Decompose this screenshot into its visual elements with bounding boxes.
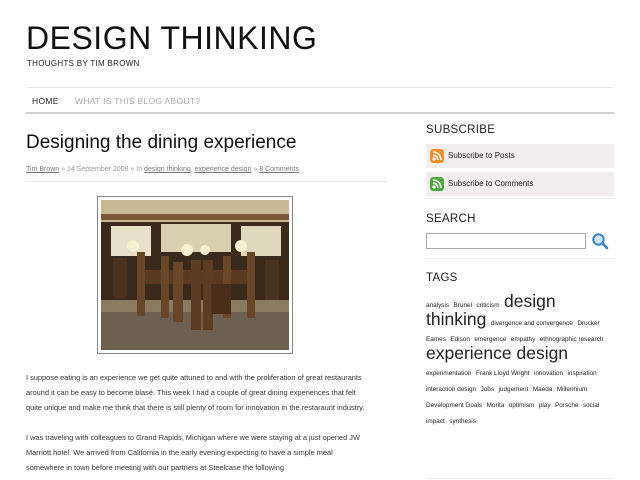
site-tagline: THOUGHTS BY TIM BROWN xyxy=(27,59,140,68)
tag-link[interactable]: criticism xyxy=(476,302,499,309)
tag-link[interactable]: Edison xyxy=(450,336,470,343)
subscribe-comments-label: Subscribe to Comments xyxy=(448,179,534,188)
tag-link[interactable]: innovation xyxy=(534,370,563,377)
site-title[interactable]: DESIGN THINKING xyxy=(26,22,317,54)
tag-link[interactable]: judgement xyxy=(499,386,529,393)
tag-link[interactable]: analysis xyxy=(426,302,449,309)
tag-link[interactable]: ethnographic research xyxy=(540,336,604,343)
tag-link[interactable]: emergence xyxy=(474,336,506,343)
tag-link[interactable]: Morita xyxy=(487,402,505,409)
tag-link[interactable]: Maeda xyxy=(533,386,553,393)
search-heading: SEARCH xyxy=(426,213,476,225)
tag-link[interactable]: Eames xyxy=(426,336,446,343)
post-image xyxy=(97,196,293,354)
tag-link[interactable]: inspiration xyxy=(568,370,597,377)
post-title[interactable]: Designing the dining experience xyxy=(26,132,296,154)
tags-heading: TAGS xyxy=(426,272,458,284)
post-date: » 14 September 2008 » In xyxy=(59,166,145,173)
post-paragraph: I was traveling with colleagues to Grand… xyxy=(26,433,360,472)
tag-cloud: analysis Brunel criticism design thinkin… xyxy=(426,292,614,427)
tag-link[interactable]: Drucker xyxy=(577,320,599,327)
post-body: I suppose eating is an experience we get… xyxy=(26,370,371,480)
tag-link[interactable]: experience design xyxy=(426,343,568,363)
author-link[interactable]: Tim Brown xyxy=(26,166,59,173)
comments-link[interactable]: 8 Comments xyxy=(259,166,299,173)
search-input[interactable] xyxy=(426,233,586,249)
subscribe-posts-label: Subscribe to Posts xyxy=(448,151,515,160)
subscribe-posts-link[interactable]: Subscribe to Posts xyxy=(426,144,614,168)
nav-home[interactable]: HOME xyxy=(32,96,59,106)
tag-link[interactable]: synthesis xyxy=(449,418,476,425)
nav-about[interactable]: WHAT IS THIS BLOG ABOUT? xyxy=(75,96,200,106)
tag-link[interactable]: empathy xyxy=(511,336,536,343)
sidebar-divider xyxy=(426,198,614,199)
category-link-experience-design[interactable]: experience design xyxy=(195,166,252,173)
post-divider xyxy=(26,181,388,182)
subscribe-comments-link[interactable]: Subscribe to Comments xyxy=(426,172,614,196)
tag-link[interactable]: experimentation xyxy=(426,370,471,377)
rss-icon xyxy=(430,149,444,163)
tag-link[interactable]: Porsche xyxy=(555,402,578,409)
post-paragraph: I suppose eating is an experience we get… xyxy=(26,373,365,412)
tag-link[interactable]: divergence and convergence xyxy=(491,320,573,327)
sidebar-divider xyxy=(426,258,614,259)
category-link-design-thinking[interactable]: design thinking xyxy=(144,166,191,173)
tag-link[interactable]: interaction design xyxy=(426,386,476,393)
post-meta: Tim Brown » 14 September 2008 » In desig… xyxy=(26,166,299,173)
rss-icon xyxy=(430,177,444,191)
dining-room-photo xyxy=(101,200,289,350)
tag-link[interactable]: play xyxy=(539,402,551,409)
tag-link[interactable]: Frank Lloyd Wright xyxy=(476,370,530,377)
main-nav: HOME WHAT IS THIS BLOG ABOUT? xyxy=(26,87,614,114)
tag-link[interactable]: Brunel xyxy=(454,302,472,309)
search-icon[interactable] xyxy=(591,232,609,250)
tag-link[interactable]: Jobs xyxy=(481,386,495,393)
subscribe-heading: SUBSCRIBE xyxy=(426,124,496,136)
sidebar-divider xyxy=(426,478,614,479)
tag-link[interactable]: optimism xyxy=(509,402,535,409)
